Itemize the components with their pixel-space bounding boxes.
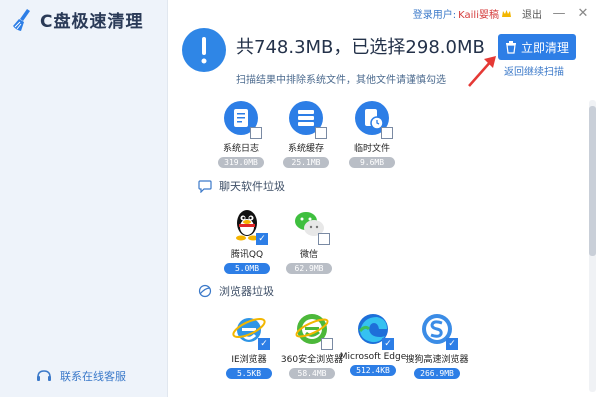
trash-icon	[505, 40, 516, 54]
item-label: 系统日志	[222, 144, 259, 154]
temp-files-icon	[354, 100, 393, 139]
close-button[interactable]: ✕	[576, 6, 590, 21]
edge-icon: ✓	[355, 311, 394, 350]
broom-logo-icon	[13, 8, 30, 31]
item-system-cache[interactable]: 系统缓存 25.1MB	[271, 100, 341, 168]
login-label: 登录用户:	[412, 10, 457, 21]
sidebar: C盘极速清理 联系在线客服	[0, 0, 168, 397]
item-system-log[interactable]: 系统日志 319.0MB	[206, 100, 276, 168]
chat-bubble-icon	[198, 179, 212, 193]
section-label: 聊天软件垃圾	[219, 180, 285, 193]
item-360-browser[interactable]: 360安全浏览器 58.4MB	[277, 311, 347, 379]
item-edge[interactable]: ✓ Microsoft Edge 512.4KB	[338, 311, 408, 376]
logout-link[interactable]: 退出	[522, 6, 542, 21]
chat-section-title: 聊天软件垃圾	[198, 178, 285, 194]
section-label: 浏览器垃圾	[219, 285, 274, 298]
minimize-button[interactable]: —	[552, 6, 566, 21]
checkbox-checked[interactable]: ✓	[258, 338, 270, 350]
checkbox[interactable]	[315, 127, 327, 139]
item-ie[interactable]: ✓ IE浏览器 5.5KB	[214, 311, 284, 379]
title-bar-controls: 登录用户: Kaili婴稿 退出 — ✕	[413, 6, 590, 21]
item-size: 5.5KB	[226, 368, 272, 379]
item-size: 5.0MB	[224, 263, 270, 274]
item-label: 搜狗高速浏览器	[405, 355, 469, 365]
item-size: 58.4MB	[289, 368, 335, 379]
rescan-link[interactable]: 返回继续扫描	[504, 63, 564, 78]
scrollbar-thumb[interactable]	[589, 106, 596, 256]
checkbox[interactable]	[250, 127, 262, 139]
summary-subtitle: 扫描结果中排除系统文件，其他文件请谨慎勾选	[236, 75, 446, 86]
system-cache-icon	[288, 100, 327, 139]
app-brand: C盘极速清理	[12, 7, 143, 32]
item-qq[interactable]: ✓ 腾讯QQ 5.0MB	[212, 206, 282, 274]
item-sogou-browser[interactable]: ✓ 搜狗高速浏览器 266.9MB	[402, 311, 472, 379]
clean-now-label: 立即清理	[520, 40, 569, 55]
item-label: 360安全浏览器	[280, 355, 344, 365]
item-label: 临时文件	[353, 144, 390, 154]
sogou-browser-icon: ✓	[419, 311, 458, 350]
browser-section-title: 浏览器垃圾	[198, 283, 274, 299]
item-size: 62.9MB	[286, 263, 332, 274]
headset-icon	[37, 370, 51, 381]
ie-icon: ✓	[231, 311, 270, 350]
browser-icon	[198, 284, 212, 298]
support-label: 联系在线客服	[60, 370, 126, 383]
item-size: 25.1MB	[283, 157, 329, 168]
qq-penguin-icon: ✓	[229, 206, 268, 245]
checkbox-checked[interactable]: ✓	[382, 338, 394, 350]
item-label: IE浏览器	[231, 355, 267, 365]
system-log-icon	[223, 100, 262, 139]
checkbox[interactable]	[381, 127, 393, 139]
clean-now-button[interactable]: 立即清理	[498, 34, 576, 60]
online-support-link[interactable]: 联系在线客服	[36, 368, 126, 384]
wechat-icon	[291, 206, 330, 245]
scan-summary: 共748.3MB，已选择298.0MB 扫描结果中排除系统文件，其他文件请谨慎勾…	[182, 28, 485, 86]
checkbox-checked[interactable]: ✓	[256, 233, 268, 245]
checkbox[interactable]	[321, 338, 333, 350]
item-label: 系统缓存	[287, 144, 324, 154]
item-size: 319.0MB	[218, 157, 264, 168]
app-title: C盘极速清理	[40, 12, 144, 32]
item-size: 9.6MB	[349, 157, 395, 168]
item-wechat[interactable]: 微信 62.9MB	[274, 206, 344, 274]
360-browser-icon	[294, 311, 333, 350]
item-temp-files[interactable]: 临时文件 9.6MB	[337, 100, 407, 168]
item-size: 512.4KB	[350, 365, 396, 376]
red-arrow-icon	[468, 56, 496, 87]
item-size: 266.9MB	[414, 368, 460, 379]
checkbox[interactable]	[318, 233, 330, 245]
user-info: 登录用户: Kaili婴稿	[413, 6, 512, 21]
summary-title: 共748.3MB，已选择298.0MB	[236, 37, 485, 58]
checkbox-checked[interactable]: ✓	[446, 338, 458, 350]
exclamation-icon	[182, 28, 226, 72]
item-label: 腾讯QQ	[230, 250, 264, 260]
main-panel: 共748.3MB，已选择298.0MB 扫描结果中排除系统文件，其他文件请谨慎勾…	[168, 0, 600, 397]
crown-icon	[502, 9, 511, 17]
username[interactable]: Kaili婴稿	[458, 6, 499, 21]
item-label: Microsoft Edge	[339, 352, 407, 362]
item-label: 微信	[299, 250, 318, 260]
